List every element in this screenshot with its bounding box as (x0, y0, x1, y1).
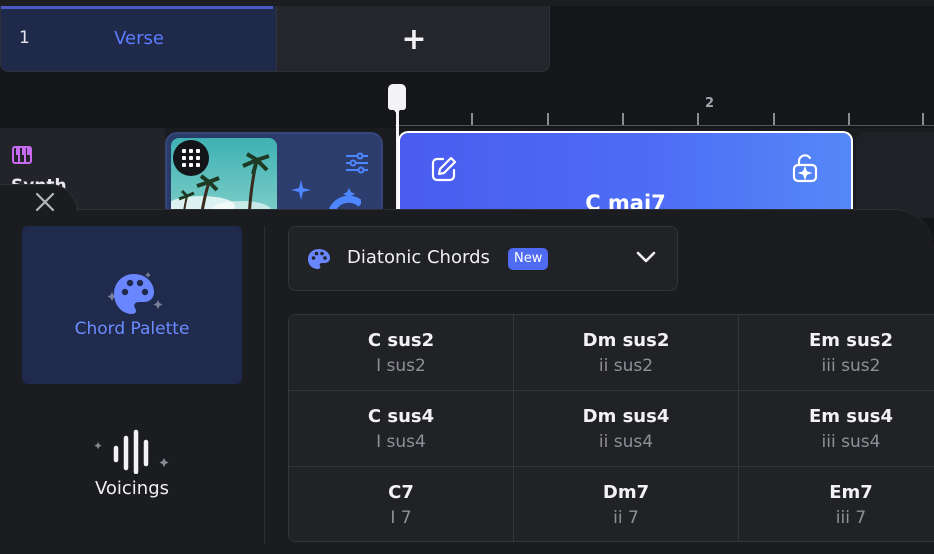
chord-cell[interactable]: C7 I 7 (289, 467, 514, 541)
voicings-tab[interactable]: Voicings (22, 420, 242, 520)
chord-name: Em7 (829, 482, 873, 503)
ruler-tick (471, 113, 473, 125)
chevron-down-icon (636, 251, 656, 263)
section-name: Verse (114, 28, 164, 49)
timeline-ruler[interactable]: 2 (0, 72, 934, 128)
chord-name: Dm sus4 (582, 406, 670, 427)
chord-name: Em sus2 (808, 330, 894, 351)
chord-roman-numeral: ii sus4 (598, 432, 654, 452)
chord-name: Em sus4 (808, 406, 894, 427)
palette-icon (108, 272, 162, 314)
ruler-tick (773, 113, 775, 125)
chord-cell[interactable]: Em sus4 iii sus4 (739, 391, 934, 467)
chord-cell[interactable]: C sus2 I sus2 (289, 315, 514, 391)
chord-name: Dm7 (602, 482, 650, 503)
chord-roman-numeral: iii sus4 (821, 432, 881, 452)
panel-divider (264, 226, 265, 544)
chord-roman-numeral: ii sus2 (598, 356, 654, 376)
ruler-tick (547, 113, 549, 125)
ruler-tick (622, 113, 624, 125)
unlock-icon[interactable] (792, 153, 818, 183)
ruler-tick (922, 113, 924, 125)
section-tab-accent (1, 6, 273, 9)
chord-roman-numeral: I sus2 (376, 356, 426, 376)
grid-menu-button[interactable] (173, 140, 209, 176)
chord-grid: C sus2 I sus2 Dm sus2 ii sus2 Em sus2 ii… (288, 314, 934, 542)
instrument-tile[interactable] (165, 132, 383, 218)
chord-name: C sus4 (367, 406, 435, 427)
grid-icon (182, 149, 200, 167)
add-section-button[interactable]: + (277, 6, 549, 71)
chord-palette-label: Chord Palette (74, 319, 190, 339)
edit-icon[interactable] (430, 155, 458, 183)
piano-keys-icon (12, 146, 32, 164)
instrument-settings-area (277, 134, 381, 216)
chord-cell[interactable]: Dm sus2 ii sus2 (514, 315, 739, 391)
palette-icon (308, 249, 330, 269)
close-icon[interactable] (33, 190, 57, 214)
ruler-bar-label: 2 (705, 96, 715, 111)
chord-roman-numeral: ii 7 (613, 508, 639, 528)
chord-cell[interactable]: Dm7 ii 7 (514, 467, 739, 541)
plus-icon: + (401, 21, 427, 57)
section-bar: 1 Verse + (0, 6, 550, 72)
chord-palette-tab[interactable]: Chord Palette (22, 226, 242, 384)
chord-cell[interactable]: Em7 iii 7 (739, 467, 934, 541)
chord-roman-numeral: I sus4 (376, 432, 426, 452)
new-badge: New (508, 248, 549, 270)
chord-name: C7 (388, 482, 414, 503)
section-tab-verse[interactable]: 1 Verse (1, 6, 277, 71)
playhead-handle[interactable] (388, 84, 406, 114)
next-clip-slot (856, 132, 934, 218)
ruler-line (395, 125, 934, 126)
chord-clip[interactable]: C maj7 (398, 131, 853, 218)
chord-cell[interactable]: C sus4 I sus4 (289, 391, 514, 467)
chord-cell[interactable]: Dm sus4 ii sus4 (514, 391, 739, 467)
chord-roman-numeral: iii 7 (835, 508, 867, 528)
chord-set-dropdown[interactable]: Diatonic Chords New (288, 226, 678, 291)
waveform-icon (94, 429, 169, 474)
chord-set-label: Diatonic Chords (347, 247, 490, 268)
ruler-tick (697, 113, 699, 125)
ruler-tick (848, 113, 850, 125)
voicings-label: Voicings (94, 478, 170, 499)
sliders-icon[interactable] (345, 152, 369, 174)
chord-roman-numeral: iii sus2 (821, 356, 881, 376)
chord-name: C sus2 (367, 330, 435, 351)
chord-name: Dm sus2 (582, 330, 670, 351)
chord-roman-numeral: I 7 (390, 508, 412, 528)
chord-cell[interactable]: Em sus2 iii sus2 (739, 315, 934, 391)
